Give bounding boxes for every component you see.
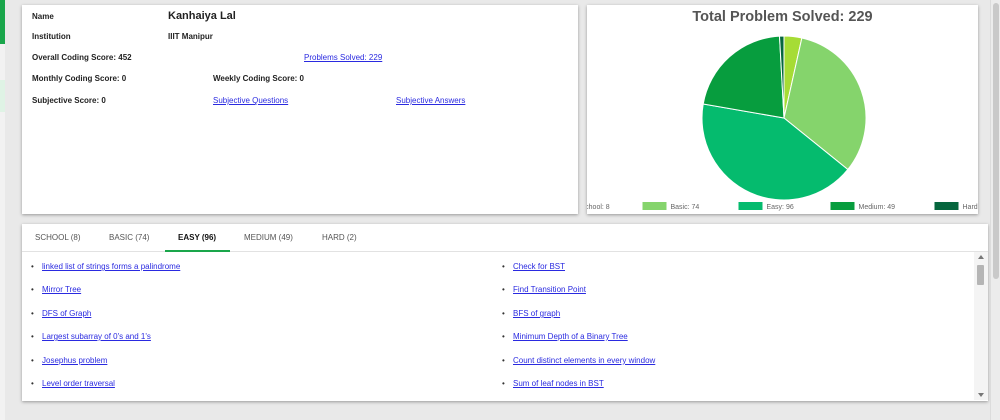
problem-link[interactable]: DFS of Graph xyxy=(42,309,91,318)
legend-label-easy: Easy: 96 xyxy=(767,204,794,211)
tab-hard[interactable]: HARD (2) xyxy=(322,233,357,242)
scroll-up-arrow-icon[interactable] xyxy=(978,255,984,259)
tab-basic[interactable]: BASIC (74) xyxy=(109,233,149,242)
problem-link[interactable]: BFS of graph xyxy=(513,309,560,318)
list-scrollbar-thumb[interactable] xyxy=(977,265,984,285)
name-label: Name xyxy=(32,12,54,21)
page-scrollbar[interactable] xyxy=(990,0,1000,420)
problem-link[interactable]: Largest subarray of 0's and 1's xyxy=(42,332,151,341)
pie-slice-medium xyxy=(702,35,785,119)
tab-medium[interactable]: MEDIUM (49) xyxy=(244,233,293,242)
problem-link[interactable]: Count distinct elements in every window xyxy=(513,356,655,365)
overall-coding-score: Overall Coding Score: 452 xyxy=(32,53,132,62)
name-value: Kanhaiya Lal xyxy=(168,10,236,22)
profile-card: Name Kanhaiya Lal Institution IIIT Manip… xyxy=(22,5,578,214)
difficulty-tabs: SCHOOL (8) BASIC (74) EASY (96) MEDIUM (… xyxy=(22,224,988,252)
institution-label: Institution xyxy=(32,32,71,41)
subjective-answers-link[interactable]: Subjective Answers xyxy=(396,96,465,105)
problem-link[interactable]: Check for BST xyxy=(513,262,565,271)
legend-label-basic: Basic: 74 xyxy=(671,204,700,211)
sidebar-highlight xyxy=(0,80,5,112)
pie-chart: School: 8 Basic: 74 Easy: 96 Medium: 49 Hard… xyxy=(587,35,979,211)
legend-label-medium: Medium: 49 xyxy=(859,204,896,211)
problem-link[interactable]: Find Transition Point xyxy=(513,285,586,294)
institution-value: IIIT Manipur xyxy=(168,32,213,41)
subjective-score: Subjective Score: 0 xyxy=(32,96,106,105)
problem-link[interactable]: Josephus problem xyxy=(42,356,107,365)
weekly-coding-score: Weekly Coding Score: 0 xyxy=(213,74,304,83)
list-scrollbar[interactable] xyxy=(974,252,988,400)
page-scrollbar-thumb[interactable] xyxy=(993,3,999,279)
subjective-questions-link[interactable]: Subjective Questions xyxy=(213,96,288,105)
problem-list: • linked list of strings forms a palindro… xyxy=(31,262,656,388)
problem-link[interactable]: Minimum Depth of a Binary Tree xyxy=(513,332,628,341)
legend-swatch-easy xyxy=(738,202,763,210)
legend-swatch-basic xyxy=(642,202,667,210)
problem-link[interactable]: Mirror Tree xyxy=(42,285,81,294)
legend-label-school: School: 8 xyxy=(587,204,610,211)
legend-label-hard: Hard: 2 xyxy=(963,204,979,211)
left-sidebar-strip xyxy=(0,0,5,420)
legend-swatch-hard xyxy=(934,202,959,210)
sidebar-active-marker xyxy=(0,0,5,44)
problems-solved-link[interactable]: Problems Solved: 229 xyxy=(304,53,382,62)
problems-list-card: SCHOOL (8) BASIC (74) EASY (96) MEDIUM (… xyxy=(22,224,988,401)
legend-swatch-medium xyxy=(830,202,855,210)
tab-easy[interactable]: EASY (96) xyxy=(178,233,216,242)
problems-chart-card: Total Problem Solved: 229 School: 8Basic… xyxy=(587,5,978,214)
problem-link[interactable]: linked list of strings forms a palindrom… xyxy=(42,262,180,271)
problem-link[interactable]: Level order traversal xyxy=(42,379,115,388)
tab-school[interactable]: SCHOOL (8) xyxy=(35,233,81,242)
problem-link[interactable]: Sum of leaf nodes in BST xyxy=(513,379,604,388)
monthly-coding-score: Monthly Coding Score: 0 xyxy=(32,74,127,83)
scroll-down-arrow-icon[interactable] xyxy=(978,393,984,397)
